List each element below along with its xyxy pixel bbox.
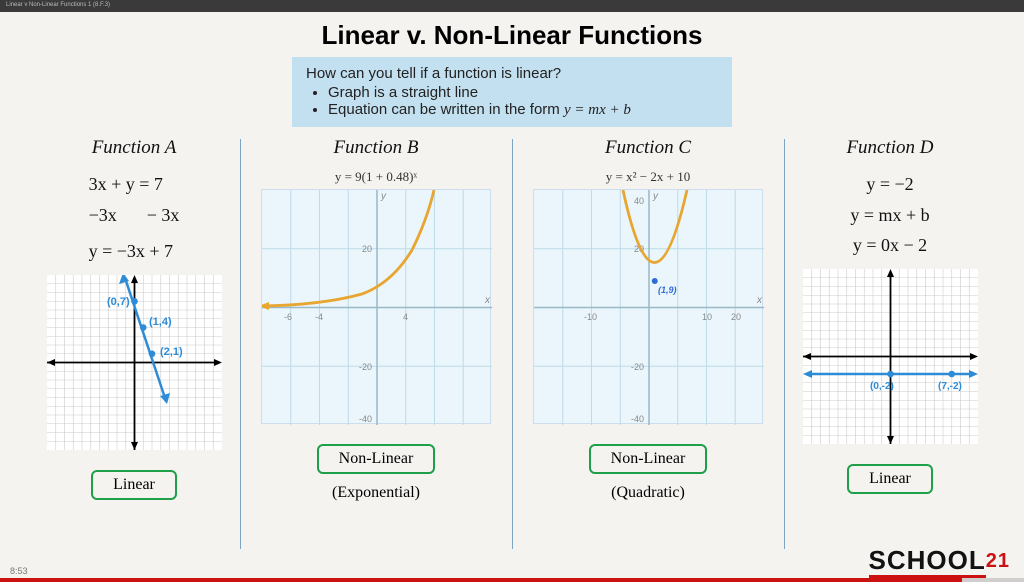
function-a: Function A 3x + y = 7 −3x− 3x y = −3x + … [34, 137, 234, 549]
fn-b-equation: y = 9(1 + 0.48)ˣ [335, 169, 417, 185]
svg-text:(0,-2): (0,-2) [870, 381, 894, 392]
fn-b-graph: x y -4 4 20 -20 -40 -6 [261, 189, 491, 424]
svg-text:-6: -6 [284, 312, 292, 322]
svg-text:x: x [484, 295, 491, 306]
video-timecode: 8:53 [10, 566, 28, 576]
fn-a-title: Function A [92, 137, 177, 159]
fn-c-graph: x y -101020 20-20 40-40 (1,9) [533, 189, 763, 424]
divider-2 [512, 139, 513, 549]
fn-c-title: Function C [605, 137, 691, 159]
svg-text:y: y [380, 191, 387, 202]
window-titlebar: Linear v Non-Linear Functions 1 (8.F.3) [0, 0, 1024, 12]
svg-text:-40: -40 [631, 414, 644, 424]
fn-a-graph: (0,7) (1,4) (2,1) [47, 275, 222, 450]
function-b: Function B y = 9(1 + 0.48)ˣ x y -4 4 20 -2… [246, 137, 506, 549]
logo: SCHOOL21 [869, 545, 1010, 576]
fn-d-graph: (0,-2) (7,-2) [803, 269, 978, 444]
slide-content: Linear v. Non-Linear Functions How can y… [0, 12, 1024, 549]
svg-text:-4: -4 [315, 312, 323, 322]
fn-a-equations: 3x + y = 7 −3x− 3x y = −3x + 7 [89, 169, 180, 267]
svg-text:-10: -10 [584, 312, 597, 322]
fn-c-subtype: (Quadratic) [611, 484, 685, 502]
svg-text:20: 20 [731, 312, 741, 322]
function-c: Function C y = x² − 2x + 10 x y -101020 … [518, 137, 778, 549]
svg-text:(2,1): (2,1) [160, 346, 183, 358]
fn-b-subtype: (Exponential) [332, 484, 420, 502]
divider-3 [784, 139, 785, 549]
columns: Function A 3x + y = 7 −3x− 3x y = −3x + … [20, 137, 1004, 549]
svg-text:(1,4): (1,4) [149, 316, 172, 328]
info-bullet-2: Equation can be written in the form y = … [328, 101, 718, 119]
svg-text:y: y [652, 191, 659, 202]
svg-text:-40: -40 [359, 414, 372, 424]
divider-1 [240, 139, 241, 549]
svg-text:(0,7): (0,7) [107, 296, 130, 308]
svg-text:-20: -20 [359, 362, 372, 372]
svg-text:(7,-2): (7,-2) [938, 381, 962, 392]
fn-b-title: Function B [334, 137, 419, 159]
fn-d-equations: y = −2 y = mx + b y = 0x − 2 [850, 169, 929, 261]
fn-c-badge: Non-Linear [589, 444, 708, 474]
fn-b-badge: Non-Linear [317, 444, 436, 474]
svg-text:40: 40 [634, 196, 644, 206]
info-bullet-1: Graph is a straight line [328, 84, 718, 101]
svg-text:-20: -20 [631, 362, 644, 372]
svg-text:20: 20 [362, 244, 372, 254]
svg-text:4: 4 [403, 312, 408, 322]
svg-text:10: 10 [702, 312, 712, 322]
fn-d-badge: Linear [847, 464, 933, 494]
fn-c-equation: y = x² − 2x + 10 [606, 169, 690, 185]
page-title: Linear v. Non-Linear Functions [20, 12, 1004, 57]
fn-a-badge: Linear [91, 470, 177, 500]
svg-text:x: x [756, 295, 763, 306]
video-progress[interactable] [0, 578, 1024, 582]
window-title: Linear v Non-Linear Functions 1 (8.F.3) [6, 2, 110, 8]
function-d: Function D y = −2 y = mx + b y = 0x − 2 [790, 137, 990, 549]
svg-text:(1,9): (1,9) [658, 285, 677, 295]
info-box: How can you tell if a function is linear… [292, 57, 732, 127]
fn-d-title: Function D [846, 137, 933, 159]
info-question: How can you tell if a function is linear… [306, 65, 718, 82]
